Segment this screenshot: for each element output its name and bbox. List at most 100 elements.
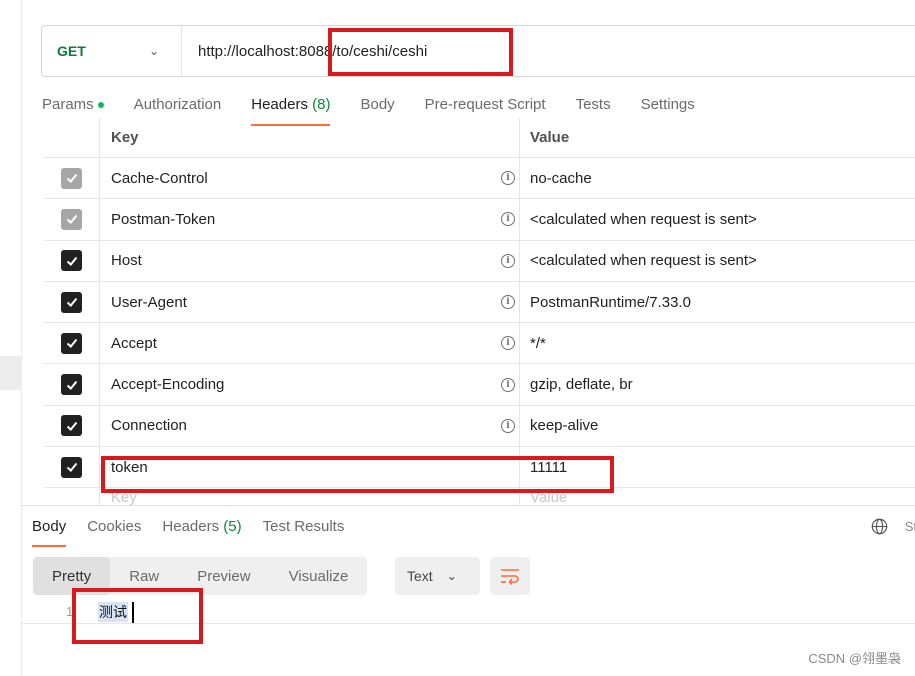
row-check-cell bbox=[44, 199, 100, 240]
tab-label: Headers bbox=[251, 96, 308, 113]
header-value-cell[interactable]: <calculated when request is sent> bbox=[520, 241, 915, 281]
format-visualize-button[interactable]: Visualize bbox=[270, 557, 368, 595]
row-check-cell bbox=[44, 405, 100, 447]
wrap-lines-icon bbox=[501, 569, 519, 585]
params-active-dot bbox=[97, 102, 104, 109]
annotation-box-token-row bbox=[101, 456, 614, 493]
header-key-text: Accept bbox=[111, 334, 157, 352]
tab-label: Pre-request Script bbox=[424, 96, 546, 113]
row-checkbox[interactable] bbox=[61, 250, 82, 272]
row-check-cell bbox=[44, 158, 100, 199]
language-select-label: Text bbox=[407, 568, 433, 584]
response-status-truncated: St bbox=[904, 519, 915, 534]
column-key-header: Key bbox=[100, 118, 520, 157]
header-key-text: Cache-Control bbox=[111, 169, 208, 187]
header-key-text: Postman-Token bbox=[111, 210, 216, 228]
header-key-cell[interactable]: Connection i bbox=[100, 405, 520, 447]
header-key-text: User-Agent bbox=[111, 293, 187, 311]
response-tabs: Body Cookies Headers (5) Test Results bbox=[32, 518, 365, 547]
checkmark-icon bbox=[66, 297, 77, 307]
header-key-cell[interactable]: Accept-Encoding i bbox=[100, 364, 520, 405]
wrap-lines-button[interactable] bbox=[490, 557, 530, 595]
tab-label: Settings bbox=[640, 96, 695, 113]
tab-label: Test Results bbox=[262, 518, 345, 535]
tab-label: Tests bbox=[575, 96, 611, 113]
header-key-text: Connection bbox=[111, 417, 187, 435]
header-key-text: Accept-Encoding bbox=[111, 376, 225, 394]
header-key-cell[interactable]: Host i bbox=[100, 240, 520, 281]
header-key-cell[interactable]: User-Agent i bbox=[100, 281, 520, 323]
left-rail bbox=[0, 0, 22, 676]
table-row[interactable]: Connection i keep-alive bbox=[44, 405, 915, 448]
table-row[interactable]: Host i <calculated when request is sent> bbox=[44, 240, 915, 282]
header-value-cell[interactable]: PostmanRuntime/7.33.0 bbox=[520, 282, 915, 322]
tab-label: Headers bbox=[162, 518, 220, 535]
row-check-cell bbox=[44, 323, 100, 364]
info-icon[interactable]: i bbox=[501, 418, 515, 433]
table-header: Key Value bbox=[44, 118, 915, 158]
tab-count: (5) bbox=[223, 518, 242, 535]
annotation-box-url bbox=[328, 28, 513, 76]
header-check-cell bbox=[44, 118, 100, 157]
header-key-cell[interactable]: Accept i bbox=[100, 323, 520, 364]
header-value-cell[interactable]: keep-alive bbox=[520, 406, 915, 446]
header-key-cell[interactable]: Postman-Token i bbox=[100, 199, 520, 240]
checkmark-icon bbox=[66, 380, 77, 390]
checkmark-icon bbox=[66, 256, 77, 266]
tab-label: Cookies bbox=[87, 518, 142, 535]
headers-table: Key Value Cache-Control i no-cache Postman-… bbox=[44, 118, 915, 509]
checkmark-icon bbox=[66, 339, 77, 349]
row-checkbox[interactable] bbox=[61, 456, 82, 478]
row-checkbox[interactable] bbox=[61, 415, 82, 437]
info-icon[interactable]: i bbox=[501, 295, 515, 310]
table-row[interactable]: Accept-Encoding i gzip, deflate, br bbox=[44, 364, 915, 406]
header-key-text: Host bbox=[111, 252, 142, 270]
table-row[interactable]: Accept i */* bbox=[44, 323, 915, 365]
info-icon[interactable]: i bbox=[501, 171, 515, 186]
table-row[interactable]: Cache-Control i no-cache bbox=[44, 158, 915, 200]
tab-label: Body bbox=[32, 518, 67, 535]
row-checkbox[interactable] bbox=[61, 332, 82, 354]
row-checkbox[interactable] bbox=[61, 291, 82, 313]
row-check-cell bbox=[44, 364, 100, 405]
response-tab-body[interactable]: Body bbox=[32, 518, 67, 547]
header-value-cell[interactable]: */* bbox=[520, 323, 915, 363]
info-icon[interactable]: i bbox=[501, 336, 515, 351]
checkmark-icon bbox=[66, 174, 77, 184]
response-tab-cookies[interactable]: Cookies bbox=[87, 518, 141, 547]
response-tab-headers[interactable]: Headers (5) bbox=[162, 518, 241, 547]
tab-label: Authorization bbox=[133, 96, 222, 113]
header-key-cell[interactable]: Cache-Control i bbox=[100, 158, 520, 199]
info-icon[interactable]: i bbox=[501, 212, 515, 227]
info-icon[interactable]: i bbox=[501, 253, 515, 268]
info-icon[interactable]: i bbox=[501, 377, 515, 392]
chevron-down-icon: ⌄ bbox=[446, 569, 457, 583]
table-row[interactable]: Postman-Token i <calculated when request i… bbox=[44, 199, 915, 241]
language-select[interactable]: Text ⌄ bbox=[395, 557, 480, 595]
header-value-cell[interactable]: no-cache bbox=[520, 158, 915, 198]
tab-label: Body bbox=[360, 96, 395, 113]
tab-label: Params bbox=[42, 96, 94, 113]
tab-count: (8) bbox=[312, 96, 331, 113]
table-row[interactable]: User-Agent i PostmanRuntime/7.33.0 bbox=[44, 281, 915, 324]
response-tab-test-results[interactable]: Test Results bbox=[263, 518, 345, 547]
header-value-cell[interactable]: gzip, deflate, br bbox=[520, 364, 915, 404]
row-check-cell bbox=[44, 240, 100, 281]
left-rail-highlight bbox=[0, 356, 22, 390]
method-label: GET bbox=[57, 43, 86, 59]
row-check-cell bbox=[44, 281, 100, 323]
row-checkbox[interactable] bbox=[61, 167, 82, 189]
globe-icon[interactable] bbox=[871, 518, 888, 535]
annotation-box-response bbox=[72, 588, 203, 644]
row-check-cell bbox=[44, 447, 100, 488]
checkmark-icon bbox=[66, 463, 77, 473]
header-value-cell[interactable]: <calculated when request is sent> bbox=[520, 199, 915, 239]
checkmark-icon bbox=[66, 215, 77, 225]
column-value-header: Value bbox=[530, 129, 570, 146]
row-checkbox[interactable] bbox=[61, 208, 82, 230]
checkmark-icon bbox=[66, 421, 77, 431]
method-select[interactable]: GET ⌄ bbox=[42, 26, 182, 76]
row-checkbox[interactable] bbox=[61, 374, 82, 396]
chevron-down-icon: ⌄ bbox=[148, 44, 159, 58]
watermark: CSDN @翎墨袅 bbox=[808, 651, 901, 666]
